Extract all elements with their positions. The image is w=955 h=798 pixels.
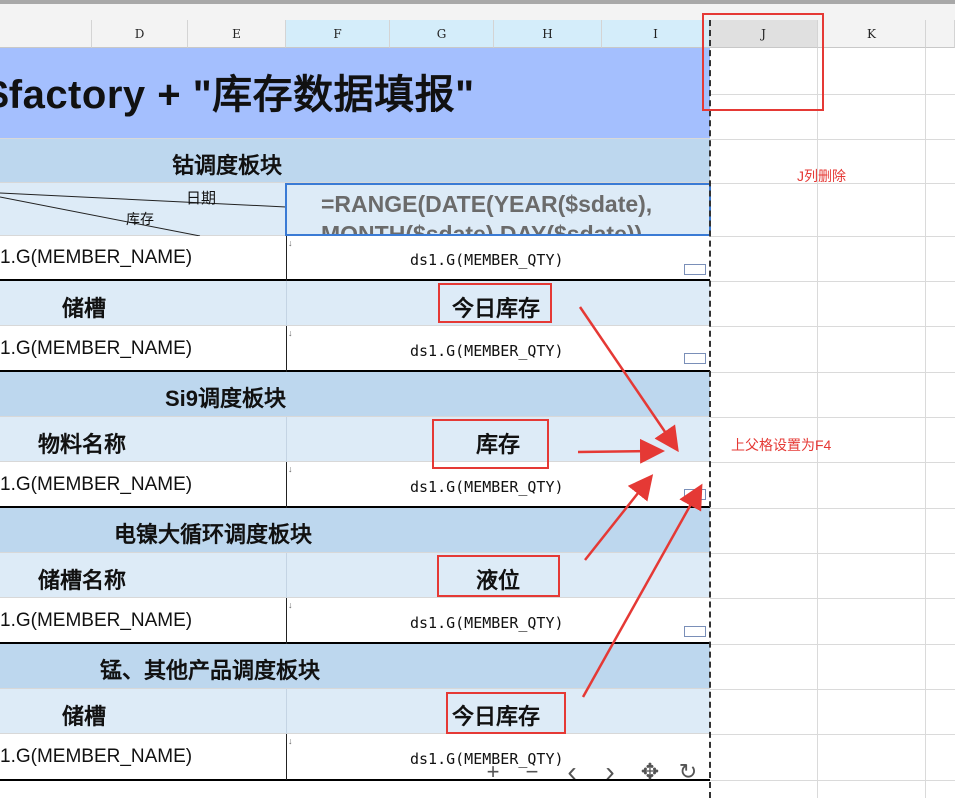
annotation-arrows bbox=[577, 306, 703, 698]
redo-icon[interactable]: ↻ bbox=[676, 760, 700, 784]
next-icon[interactable]: › bbox=[598, 758, 622, 786]
zoom-in-icon[interactable]: + bbox=[481, 760, 505, 784]
zoom-out-icon[interactable]: − bbox=[520, 760, 544, 784]
move-icon[interactable]: ✥ bbox=[638, 760, 662, 784]
previous-icon[interactable]: ‹ bbox=[560, 758, 584, 786]
